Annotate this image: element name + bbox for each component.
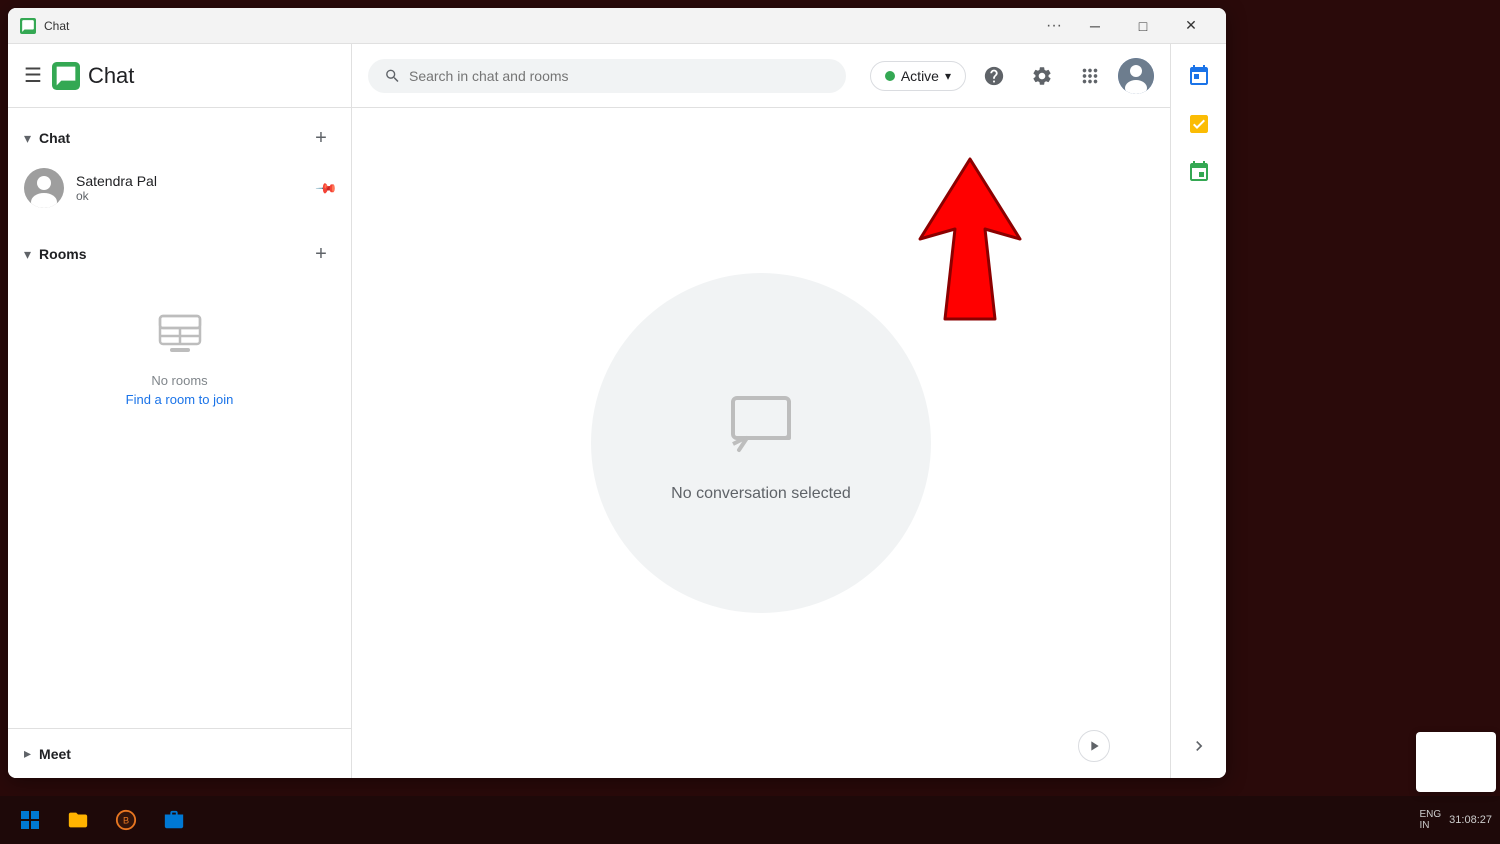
contact-name: Satendra Pal [76, 173, 306, 189]
active-dropdown-icon: ▾ [945, 69, 951, 83]
keep-button[interactable] [1179, 152, 1219, 192]
main-content: Active ▾ [352, 44, 1170, 778]
help-button[interactable] [974, 56, 1014, 96]
user-avatar-button[interactable] [1118, 58, 1154, 94]
chat-logo-icon [52, 62, 80, 90]
contact-info: Satendra Pal ok [76, 173, 306, 203]
app-body: ☰ Chat ▾ Chat + [8, 44, 1226, 778]
app-window: Chat ··· ─ □ ✕ ☰ Chat [8, 8, 1226, 778]
no-rooms-text: No rooms [151, 373, 207, 388]
find-room-link[interactable]: Find a room to join [126, 392, 234, 407]
taskbar-language: ENGIN [1420, 809, 1442, 831]
no-conversation-circle: No conversation selected [591, 273, 931, 613]
minimize-button[interactable]: ─ [1072, 8, 1118, 44]
browser-button[interactable]: B [104, 798, 148, 842]
avatar [24, 168, 64, 208]
expand-right-button[interactable] [1179, 726, 1219, 766]
rooms-section-header[interactable]: ▾ Rooms + [8, 232, 351, 276]
sidebar-content: ▾ Chat + Satendra Pal ok [8, 108, 351, 728]
calendar-button[interactable] [1179, 56, 1219, 96]
search-icon [384, 67, 401, 85]
settings-button[interactable] [1022, 56, 1062, 96]
top-bar: Active ▾ [352, 44, 1170, 108]
active-dot [885, 71, 895, 81]
rooms-icon [156, 308, 204, 365]
top-actions: Active ▾ [870, 56, 1154, 96]
close-button[interactable]: ✕ [1168, 8, 1214, 44]
rooms-section-toggle: ▾ [24, 246, 31, 263]
chat-section-toggle: ▾ [24, 130, 31, 147]
right-sidebar [1170, 44, 1226, 778]
active-status-button[interactable]: Active ▾ [870, 61, 966, 91]
active-label: Active [901, 68, 939, 84]
search-bar[interactable] [368, 59, 846, 93]
taskbar: B ENGIN 31:08:27 [0, 796, 1500, 844]
chat-add-button[interactable]: + [307, 124, 335, 152]
sidebar: ☰ Chat ▾ Chat + [8, 44, 352, 778]
start-button[interactable] [8, 798, 52, 842]
chat-section-header[interactable]: ▾ Chat + [8, 116, 351, 160]
store-button[interactable] [152, 798, 196, 842]
no-conversation-area: No conversation selected [352, 108, 1170, 778]
maximize-button[interactable]: □ [1120, 8, 1166, 44]
chat-section-title: Chat [39, 130, 307, 146]
window-controls: ─ □ ✕ [1072, 8, 1214, 44]
search-input[interactable] [409, 68, 830, 84]
expand-button[interactable] [1078, 730, 1110, 762]
contact-status: ok [76, 189, 306, 203]
meet-section-title: Meet [39, 746, 335, 762]
apps-button[interactable] [1070, 56, 1110, 96]
folder-button[interactable] [56, 798, 100, 842]
rooms-section-title: Rooms [39, 246, 307, 262]
taskbar-right: ENGIN 31:08:27 [1420, 809, 1493, 831]
no-rooms-section: No rooms Find a room to join [8, 276, 351, 439]
taskbar-time: 31:08:27 [1449, 814, 1492, 826]
meet-section-header[interactable]: ▸ Meet [8, 737, 351, 770]
sidebar-header: ☰ Chat [8, 44, 351, 108]
rooms-add-button[interactable]: + [307, 240, 335, 268]
meet-section: ▸ Meet [8, 728, 351, 778]
meet-section-toggle: ▸ [24, 745, 31, 762]
svg-text:B: B [123, 816, 129, 826]
app-title: Chat [88, 63, 134, 89]
title-bar: Chat ··· ─ □ ✕ [8, 8, 1226, 44]
title-bar-icon [20, 18, 36, 34]
hamburger-button[interactable]: ☰ [24, 63, 42, 88]
notification-widget [1416, 732, 1496, 792]
app-logo: Chat [52, 62, 134, 90]
chat-bubble-icon [721, 384, 801, 469]
tasks-button[interactable] [1179, 104, 1219, 144]
no-conversation-text: No conversation selected [671, 485, 851, 503]
pin-icon: 📌 [314, 176, 338, 200]
title-bar-more-button[interactable]: ··· [1036, 8, 1072, 44]
window-title: Chat [44, 19, 1036, 33]
contact-item[interactable]: Satendra Pal ok 📌 [8, 160, 351, 216]
